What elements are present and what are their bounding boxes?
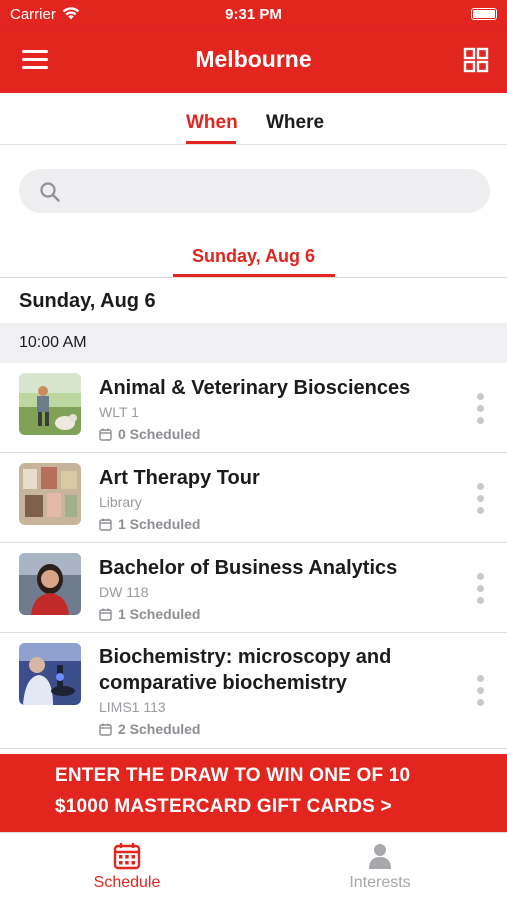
search-input[interactable]	[75, 169, 475, 213]
item-title-line-1: Biochemistry: microscopy and	[99, 646, 392, 668]
item-scheduled: 0 Scheduled	[99, 426, 200, 442]
tab-when[interactable]: When	[186, 112, 238, 134]
item-thumbnail	[19, 463, 81, 525]
calendar-small-icon	[99, 428, 112, 441]
list-item[interactable]: Biochemistry: microscopy and comparative…	[0, 633, 507, 749]
item-title-line-2: comparative biochemistry	[99, 672, 347, 694]
calendar-small-icon	[99, 608, 112, 621]
date-tab-indicator	[173, 274, 335, 277]
item-scheduled-count: 1 Scheduled	[118, 606, 201, 622]
item-scheduled: 1 Scheduled	[99, 516, 200, 532]
list-item[interactable]: Art Therapy Tour Library 1 Scheduled	[0, 453, 507, 543]
grid-view-icon[interactable]	[463, 47, 489, 73]
list-item[interactable]: Animal & Veterinary Biosciences WLT 1 0 …	[0, 363, 507, 453]
active-tab-indicator	[186, 141, 236, 144]
date-selector: Sunday, Aug 6	[0, 240, 507, 278]
promo-banner-line-1: ENTER THE DRAW TO WIN ONE OF 10	[55, 765, 411, 786]
more-options-icon[interactable]	[477, 483, 485, 515]
person-icon	[369, 844, 391, 869]
item-thumbnail	[19, 643, 81, 705]
item-room: Library	[99, 494, 142, 510]
item-scheduled: 1 Scheduled	[99, 606, 200, 622]
promo-banner-line-2: $1000 MASTERCARD GIFT CARDS >	[55, 796, 392, 817]
calendar-small-icon	[99, 518, 112, 531]
item-thumbnail	[19, 553, 81, 615]
more-options-icon[interactable]	[477, 573, 485, 605]
search-icon	[40, 182, 60, 202]
battery-icon	[471, 8, 497, 20]
bottom-tab-bar: Schedule Interests	[0, 832, 507, 900]
item-scheduled-count: 0 Scheduled	[118, 426, 201, 442]
more-options-icon[interactable]	[477, 675, 485, 707]
calendar-small-icon	[99, 723, 112, 736]
status-bar: Carrier 9:31 PM	[0, 0, 507, 28]
item-title: Biochemistry: microscopy and comparative…	[99, 644, 459, 696]
item-room: WLT 1	[99, 404, 139, 420]
item-scheduled-count: 2 Scheduled	[118, 721, 201, 737]
item-scheduled-count: 1 Scheduled	[118, 516, 201, 532]
search-bar[interactable]	[19, 169, 490, 213]
item-title: Art Therapy Tour	[99, 467, 260, 489]
item-title: Bachelor of Business Analytics	[99, 557, 398, 579]
date-tab-sunday[interactable]: Sunday, Aug 6	[0, 246, 507, 267]
item-scheduled: 2 Scheduled	[99, 721, 200, 737]
page-title: Melbourne	[195, 46, 312, 72]
item-room: DW 118	[99, 584, 149, 600]
nav-bar: Melbourne	[0, 28, 507, 93]
time-section-label: 10:00 AM	[19, 334, 87, 351]
item-thumbnail	[19, 373, 81, 435]
calendar-icon	[113, 843, 141, 870]
tab-where[interactable]: Where	[266, 112, 324, 134]
promo-banner[interactable]: ENTER THE DRAW TO WIN ONE OF 10 $1000 MA…	[0, 754, 507, 832]
day-header: Sunday, Aug 6	[19, 290, 156, 312]
item-room: LIMS1 113	[99, 699, 166, 715]
list-item[interactable]: Bachelor of Business Analytics DW 118 1 …	[0, 543, 507, 633]
item-title: Animal & Veterinary Biosciences	[99, 377, 411, 399]
segment-tabs: When Where	[0, 93, 507, 145]
tab-schedule[interactable]: Schedule	[67, 833, 187, 900]
tab-schedule-label: Schedule	[93, 874, 161, 891]
clock-time: 9:31 PM	[225, 6, 282, 23]
tab-interests[interactable]: Interests	[320, 833, 440, 900]
time-section-header: 10:00 AM	[0, 323, 507, 363]
tab-interests-label: Interests	[349, 874, 411, 891]
more-options-icon[interactable]	[477, 393, 485, 425]
